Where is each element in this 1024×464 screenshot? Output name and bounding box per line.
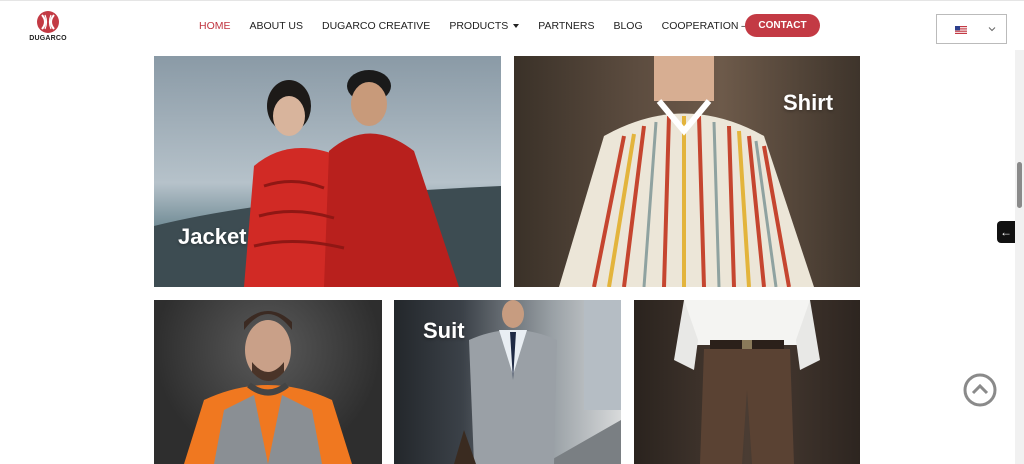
nav-label: PARTNERS	[538, 20, 595, 32]
site-header: DUGARCO HOME ABOUT US DUGARCO CREATIVE P…	[0, 0, 1024, 50]
category-tile-jacket[interactable]: Jacket	[154, 56, 501, 287]
nav-label: ABOUT US	[249, 20, 303, 32]
pants-photo	[674, 300, 820, 464]
arrow-left-icon: ←	[1000, 225, 1012, 239]
tile-label-jacket: Jacket	[178, 224, 247, 249]
tile-label-suit: Suit	[423, 318, 465, 343]
nav-label: DUGARCO CREATIVE	[321, 20, 431, 32]
scrollbar-thumb[interactable]	[1017, 162, 1022, 208]
jacket-photo	[154, 70, 501, 287]
brand-logo[interactable]: DUGARCO	[28, 10, 68, 46]
language-selector[interactable]	[936, 14, 1007, 44]
logo-mark-icon	[37, 11, 59, 33]
main-nav: HOME ABOUT US DUGARCO CREATIVE PRODUCTS …	[199, 18, 837, 34]
side-panel-toggle[interactable]: ←	[997, 221, 1015, 243]
nav-item-blog[interactable]: BLOG	[613, 20, 642, 32]
brand-name: DUGARCO	[29, 35, 67, 42]
us-flag-icon	[955, 26, 967, 34]
category-tile-pants[interactable]	[634, 300, 860, 464]
back-to-top-button[interactable]	[963, 373, 997, 407]
nav-label: HOME	[199, 20, 231, 32]
contact-button[interactable]: CONTACT	[745, 14, 820, 37]
category-tile-shirt[interactable]: Shirt	[514, 56, 860, 287]
nav-item-partners[interactable]: PARTNERS	[538, 20, 594, 32]
chevron-down-icon	[988, 27, 996, 32]
caret-down-icon	[513, 24, 520, 28]
nav-item-about-us[interactable]: ABOUT US	[250, 20, 303, 32]
nav-label: BLOG	[613, 20, 643, 32]
chevron-up-circle-icon	[963, 373, 997, 407]
nav-item-dugarco-creative[interactable]: DUGARCO CREATIVE	[322, 20, 430, 32]
tile-label-shirt: Shirt	[783, 90, 834, 115]
scrollbar-track	[1015, 50, 1024, 464]
nav-item-products[interactable]: PRODUCTS	[449, 20, 520, 32]
category-tile-workwear[interactable]	[154, 300, 382, 464]
nav-item-home[interactable]: HOME	[199, 20, 231, 32]
nav-label: PRODUCTS	[449, 20, 509, 32]
workwear-photo	[184, 311, 352, 464]
category-tile-suit[interactable]: Suit	[394, 300, 621, 464]
